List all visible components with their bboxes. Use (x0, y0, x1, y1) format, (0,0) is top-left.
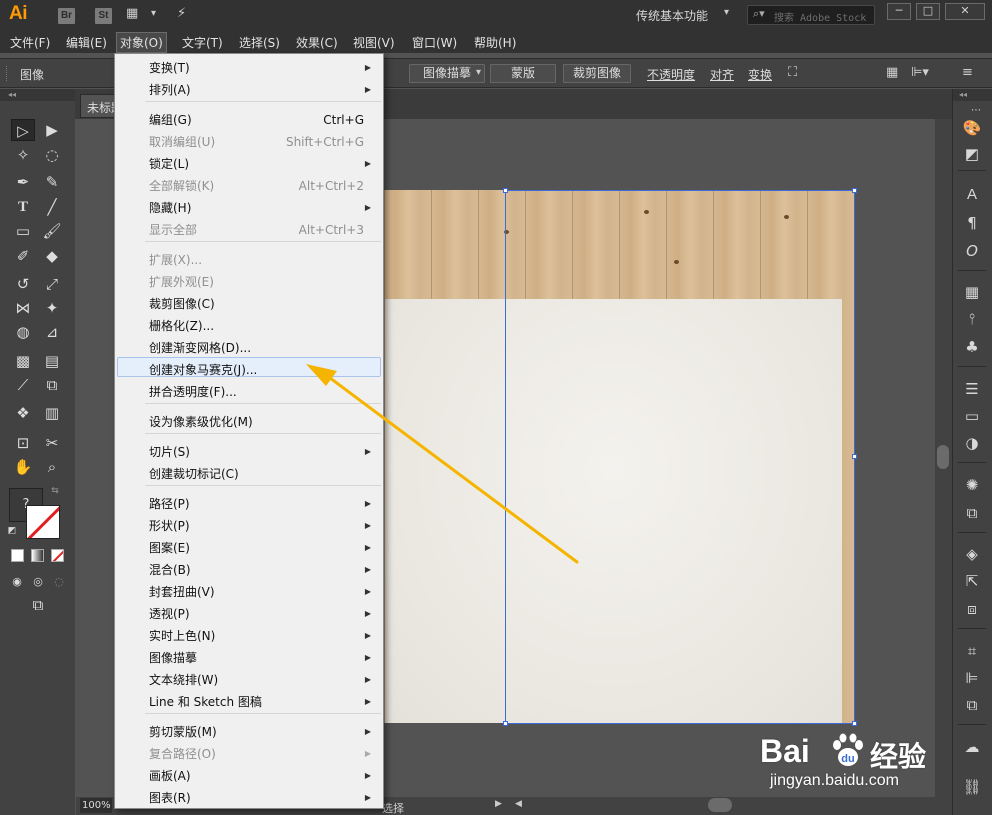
baidu-watermark-url: jingyan.baidu.com (770, 772, 899, 789)
baidu-watermark-cn: 经验 (870, 740, 927, 773)
baidu-paw-icon: du (833, 733, 863, 766)
annotation-arrow (306, 364, 579, 564)
baidu-watermark-text: Bai (760, 733, 810, 769)
svg-text:du: du (841, 753, 854, 765)
